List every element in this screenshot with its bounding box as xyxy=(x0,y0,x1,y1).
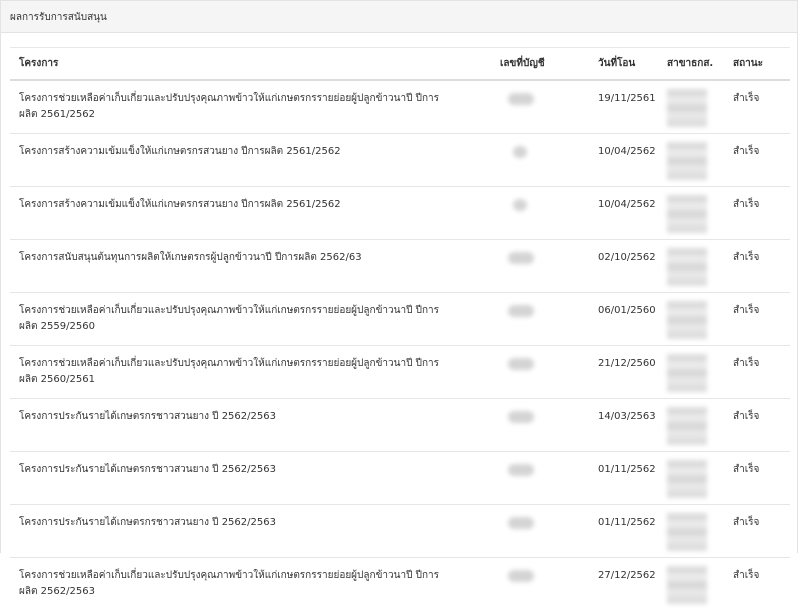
redacted-branch xyxy=(667,406,707,445)
status-cell: สำเร็จ xyxy=(733,92,760,104)
status-cell: สำเร็จ xyxy=(724,291,790,345)
status-cell: สำเร็จ xyxy=(724,132,790,186)
branch-cell xyxy=(658,503,724,557)
account-cell xyxy=(491,344,589,398)
table-row: โครงการสนับสนุนต้นทุนการผลิตให้เกษตรกรผู… xyxy=(10,238,790,292)
table-header-row: โครงการ เลขที่บัญชี วันที่โอน สาขาธกส. ส… xyxy=(10,47,790,81)
date-cell: 06/01/2560 xyxy=(589,291,658,345)
redacted-account xyxy=(513,198,527,211)
column-header-branch: สาขาธกส. xyxy=(658,47,724,81)
account-cell xyxy=(491,238,589,292)
date-cell: 01/11/2562 xyxy=(589,503,658,557)
branch-cell xyxy=(658,397,724,451)
account-cell xyxy=(491,132,589,186)
support-results-panel: ผลการรับการสนับสนุน โครงการ เลขที่บัญชี … xyxy=(0,0,798,610)
project-cell: โครงการประกันรายได้เกษตรกรชาวสวนยาง ปี 2… xyxy=(10,503,491,557)
redacted-branch xyxy=(667,247,707,286)
results-table-wrap: โครงการ เลขที่บัญชี วันที่โอน สาขาธกส. ส… xyxy=(10,47,790,610)
status-cell: สำเร็จ xyxy=(724,503,790,557)
table-row: โครงการสร้างความเข้มแข็งให้แก่เกษตรกรสวน… xyxy=(10,132,790,186)
account-cell xyxy=(491,397,589,451)
redacted-account xyxy=(508,304,534,317)
table-row: โครงการช่วยเหลือค่าเก็บเกี่ยวและปรับปรุง… xyxy=(10,80,790,134)
redacted-branch xyxy=(667,565,707,604)
redacted-branch xyxy=(667,141,707,180)
table-row: โครงการช่วยเหลือค่าเก็บเกี่ยวและปรับปรุง… xyxy=(10,291,790,345)
column-header-project: โครงการ xyxy=(10,47,491,81)
table-row: โครงการช่วยเหลือค่าเก็บเกี่ยวและปรับปรุง… xyxy=(10,556,790,610)
project-cell: โครงการช่วยเหลือค่าเก็บเกี่ยวและปรับปรุง… xyxy=(10,291,491,345)
project-cell: โครงการช่วยเหลือค่าเก็บเกี่ยวและปรับปรุง… xyxy=(19,92,439,120)
branch-cell xyxy=(658,132,724,186)
column-header-status: สถานะ xyxy=(724,47,790,81)
status-cell: สำเร็จ xyxy=(724,344,790,398)
account-cell xyxy=(491,291,589,345)
date-cell: 10/04/2562 xyxy=(589,132,658,186)
results-table: โครงการ เลขที่บัญชี วันที่โอน สาขาธกส. ส… xyxy=(10,47,790,610)
date-cell: 02/10/2562 xyxy=(589,238,658,292)
redacted-branch xyxy=(667,512,707,551)
redacted-account xyxy=(508,357,534,370)
redacted-account xyxy=(513,145,527,158)
branch-cell xyxy=(658,450,724,504)
status-cell: สำเร็จ xyxy=(724,556,790,610)
date-cell: 27/12/2562 xyxy=(589,556,658,610)
redacted-branch xyxy=(667,300,707,339)
account-cell xyxy=(491,503,589,557)
table-row: โครงการช่วยเหลือค่าเก็บเกี่ยวและปรับปรุง… xyxy=(10,344,790,398)
redacted-branch xyxy=(667,194,707,233)
project-cell: โครงการสนับสนุนต้นทุนการผลิตให้เกษตรกรผู… xyxy=(10,238,491,292)
project-cell: โครงการช่วยเหลือค่าเก็บเกี่ยวและปรับปรุง… xyxy=(10,556,491,610)
redacted-account xyxy=(508,251,534,264)
redacted-branch xyxy=(667,353,707,392)
table-row: โครงการประกันรายได้เกษตรกรชาวสวนยาง ปี 2… xyxy=(10,503,790,557)
table-row: โครงการประกันรายได้เกษตรกรชาวสวนยาง ปี 2… xyxy=(10,450,790,504)
status-cell: สำเร็จ xyxy=(724,397,790,451)
redacted-account xyxy=(508,516,534,529)
column-header-account: เลขที่บัญชี xyxy=(491,47,589,81)
column-header-date: วันที่โอน xyxy=(589,47,658,81)
redacted-account xyxy=(508,463,534,476)
project-cell: โครงการสร้างความเข้มแข็งให้แก่เกษตรกรสวน… xyxy=(10,132,491,186)
date-cell: 01/11/2562 xyxy=(589,450,658,504)
branch-cell xyxy=(658,344,724,398)
branch-cell xyxy=(658,556,724,610)
branch-cell xyxy=(658,185,724,239)
redacted-account xyxy=(508,569,534,582)
account-cell xyxy=(491,556,589,610)
account-cell xyxy=(491,185,589,239)
panel-title: ผลการรับการสนับสนุน xyxy=(1,1,797,33)
project-cell: โครงการประกันรายได้เกษตรกรชาวสวนยาง ปี 2… xyxy=(10,397,491,451)
status-cell: สำเร็จ xyxy=(724,185,790,239)
branch-cell xyxy=(658,238,724,292)
date-cell: 14/03/2563 xyxy=(589,397,658,451)
project-cell: โครงการประกันรายได้เกษตรกรชาวสวนยาง ปี 2… xyxy=(10,450,491,504)
project-cell: โครงการช่วยเหลือค่าเก็บเกี่ยวและปรับปรุง… xyxy=(10,344,491,398)
date-cell: 10/04/2562 xyxy=(589,185,658,239)
account-cell xyxy=(491,80,589,134)
date-cell: 19/11/2561 xyxy=(598,92,656,104)
redacted-branch xyxy=(667,88,707,127)
branch-cell xyxy=(658,80,724,134)
account-cell xyxy=(491,450,589,504)
status-cell: สำเร็จ xyxy=(724,238,790,292)
table-row: โครงการสร้างความเข้มแข็งให้แก่เกษตรกรสวน… xyxy=(10,185,790,239)
redacted-branch xyxy=(667,459,707,498)
redacted-account xyxy=(508,410,534,423)
branch-cell xyxy=(658,291,724,345)
project-cell: โครงการสร้างความเข้มแข็งให้แก่เกษตรกรสวน… xyxy=(10,185,491,239)
status-cell: สำเร็จ xyxy=(724,450,790,504)
redacted-account xyxy=(508,92,534,105)
table-row: โครงการประกันรายได้เกษตรกรชาวสวนยาง ปี 2… xyxy=(10,397,790,451)
date-cell: 21/12/2560 xyxy=(589,344,658,398)
